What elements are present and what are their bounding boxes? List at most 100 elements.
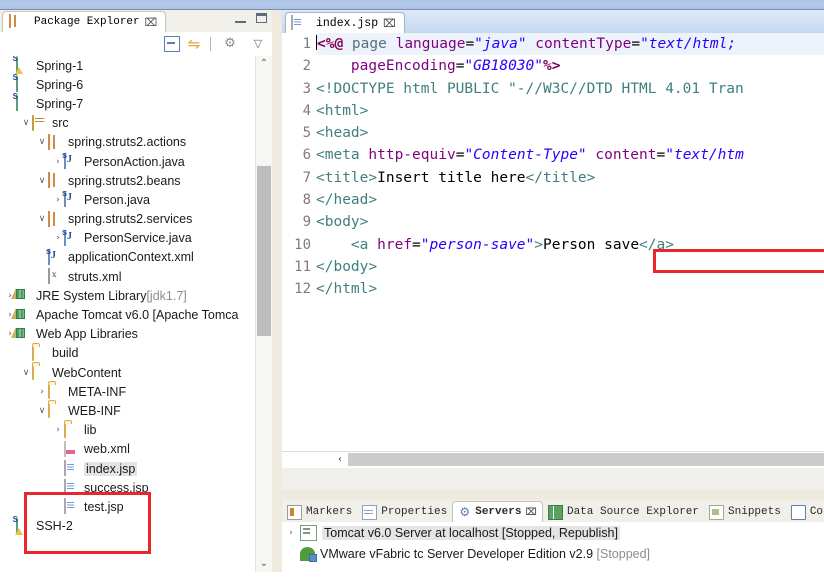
folder-icon	[32, 364, 48, 381]
tree-item-label: Spring-6	[36, 77, 84, 92]
line-number: 6	[302, 147, 311, 164]
close-icon[interactable]: ⌧	[525, 507, 537, 518]
servers-list[interactable]: › Tomcat v6.0 Server at localhost [Stoppe…	[282, 522, 824, 582]
tab-servers[interactable]: ⚙ Servers ⌧	[452, 501, 543, 522]
scroll-down-icon[interactable]: ⌄	[256, 556, 272, 572]
package-explorer-tab-row: Package Explorer ⌧	[0, 10, 272, 32]
scroll-left-icon[interactable]: ‹	[332, 452, 348, 467]
explorer-vertical-scrollbar[interactable]: ⌃ ⌄	[255, 56, 272, 572]
view-window-controls	[235, 13, 267, 23]
tree-item-index-jsp[interactable]: index.jsp	[0, 459, 255, 478]
tree-item-web-inf[interactable]: ∨ WEB-INF	[0, 401, 255, 420]
project-icon	[16, 76, 32, 93]
tab-properties[interactable]: Properties	[357, 502, 452, 522]
code-line-4: <html>	[316, 102, 369, 119]
scroll-up-icon[interactable]: ⌃	[256, 56, 272, 72]
tree-item-applicationcontext-xml[interactable]: applicationContext.xml	[0, 248, 255, 267]
project-tree[interactable]: Spring-1 Spring-6 Spring-7 ∨ src ∨ spring.stru…	[0, 56, 255, 572]
horizontal-sash[interactable]	[282, 490, 824, 500]
workbench: Package Explorer ⌧ ⇋ ⚙ ▽ Spring-1 Spring-…	[0, 10, 824, 582]
tree-item-spring-1[interactable]: Spring-1	[0, 56, 255, 75]
expand-arrow-icon[interactable]: ∨	[36, 137, 48, 147]
line-number: 2	[302, 58, 311, 75]
code-line-8: </head>	[316, 192, 378, 209]
line-number: 3	[302, 80, 311, 97]
server-row[interactable]: › Tomcat v6.0 Server at localhost [Stoppe…	[282, 522, 824, 543]
tab-console[interactable]: Console	[786, 502, 824, 522]
maximize-icon[interactable]	[256, 13, 267, 23]
expand-arrow-icon[interactable]: ›	[36, 387, 48, 397]
tree-item-build[interactable]: build	[0, 344, 255, 363]
line-number: 12	[294, 281, 311, 298]
server-row[interactable]: VMware vFabric tc Server Developer Editi…	[282, 543, 824, 564]
expand-arrow-icon[interactable]: ∨	[36, 406, 48, 416]
tree-item-spring-struts2-beans[interactable]: ∨ spring.struts2.beans	[0, 171, 255, 190]
expand-arrow-icon[interactable]: ›	[282, 528, 300, 538]
tree-item-meta-inf[interactable]: › META-INF	[0, 382, 255, 401]
line-number: 8	[302, 192, 311, 209]
expand-arrow-icon[interactable]: ›	[52, 425, 64, 435]
tree-item-label: Web App Libraries	[36, 327, 138, 342]
bottom-tab-label: Console	[809, 506, 824, 518]
code-line-2: pageEncoding="GB18030"%>	[350, 58, 561, 75]
expand-arrow-icon[interactable]: ∨	[20, 118, 32, 128]
collapse-all-icon[interactable]	[164, 36, 180, 52]
tree-item-test-jsp[interactable]: test.jsp	[0, 497, 255, 516]
folder-icon	[48, 383, 64, 400]
tree-item-spring-6[interactable]: Spring-6	[0, 75, 255, 94]
link-with-editor-icon[interactable]: ⇋	[186, 36, 202, 52]
tree-item-label: test.jsp	[84, 499, 124, 514]
code-line-5: <head>	[316, 125, 369, 142]
tree-item-jre-system-library[interactable]: › JRE System Library [jdk1.7]	[0, 286, 255, 305]
tab-package-explorer[interactable]: Package Explorer ⌧	[2, 11, 167, 32]
editor-horizontal-scrollbar[interactable]: ‹	[282, 451, 824, 468]
library-icon	[16, 327, 32, 342]
jsp-file-icon	[64, 460, 80, 477]
tab-markers[interactable]: Markers	[282, 502, 357, 522]
package-icon	[48, 172, 64, 189]
vertical-sash[interactable]	[272, 10, 282, 572]
minimize-icon[interactable]	[235, 14, 246, 23]
vmware-server-icon	[300, 546, 317, 562]
tree-item-webcontent[interactable]: ∨ WebContent	[0, 363, 255, 382]
tab-snippets[interactable]: Snippets	[704, 502, 786, 522]
tree-item-spring-struts2-services[interactable]: ∨ spring.struts2.services	[0, 210, 255, 229]
tree-item-success-jsp[interactable]: success.jsp	[0, 478, 255, 497]
expand-arrow-icon[interactable]: ∨	[20, 368, 32, 378]
tree-item-src[interactable]: ∨ src	[0, 114, 255, 133]
jsp-file-icon	[64, 498, 80, 515]
line-number: 9	[302, 214, 311, 231]
close-icon[interactable]: ⌧	[383, 17, 396, 30]
package-icon	[48, 210, 64, 227]
tree-item-label: WebContent	[52, 365, 122, 380]
tree-item-apache-tomcat-v6-0-apache-tomca[interactable]: › Apache Tomcat v6.0 [Apache Tomca	[0, 305, 255, 324]
tree-item-web-xml[interactable]: web.xml	[0, 440, 255, 459]
view-menu-icon[interactable]: ▽	[250, 36, 266, 52]
tree-item-person-java[interactable]: ›Person.java	[0, 190, 255, 209]
tree-item-spring-struts2-actions[interactable]: ∨ spring.struts2.actions	[0, 133, 255, 152]
tree-item-lib[interactable]: › lib	[0, 421, 255, 440]
scrollbar-thumb[interactable]	[257, 166, 271, 336]
code-editor[interactable]: 1 2 3 4 5 6 7 8 9 10 11 12 <%@ page language="java"…	[282, 33, 824, 468]
expand-arrow-icon[interactable]: ∨	[36, 176, 48, 186]
tab-data-source-explorer[interactable]: Data Source Explorer	[543, 502, 704, 522]
tree-item-label: lib	[84, 423, 97, 438]
hscrollbar-thumb[interactable]	[348, 453, 824, 466]
expand-arrow-icon[interactable]: ∨	[36, 214, 48, 224]
line-number: 11	[294, 258, 311, 275]
xml-bean-file-icon	[48, 248, 64, 265]
markers-icon	[287, 504, 302, 520]
tree-item-suffix: [jdk1.7]	[146, 288, 187, 303]
window-title-bar	[0, 0, 824, 10]
server-name-status: Tomcat v6.0 Server at localhost [Stopped…	[322, 525, 620, 540]
tree-item-spring-7[interactable]: Spring-7	[0, 94, 255, 113]
focus-on-active-task-icon[interactable]: ⚙	[222, 36, 238, 52]
close-icon[interactable]: ⌧	[145, 16, 158, 29]
tree-item-ssh-2[interactable]: SSH-2	[0, 517, 255, 536]
tree-item-personservice-java[interactable]: ›PersonService.java	[0, 229, 255, 248]
tree-item-personaction-java[interactable]: ›PersonAction.java	[0, 152, 255, 171]
tree-item-web-app-libraries[interactable]: › Web App Libraries	[0, 325, 255, 344]
tree-item-struts-xml[interactable]: struts.xml	[0, 267, 255, 286]
code-content[interactable]: <%@ page language="java" contentType="te…	[316, 33, 824, 468]
tab-index-jsp[interactable]: index.jsp ⌧	[285, 12, 405, 34]
